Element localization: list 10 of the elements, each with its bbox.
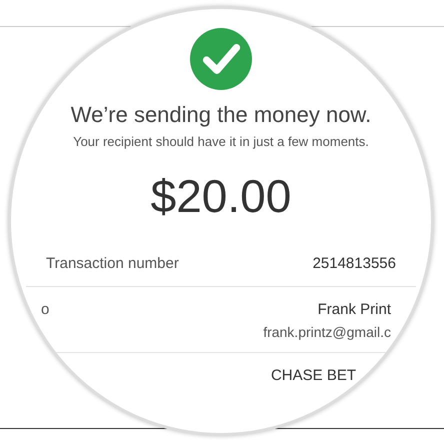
detail-value: Frank Print [318,301,391,318]
confirmation-message: Your recipient should have it in just a few moments. [73,134,369,149]
confirmation-heading: We’re sending the money now. [70,102,372,128]
checkmark-icon [190,28,252,90]
detail-value: 2514813556 [312,255,396,272]
detail-label: Transaction number [46,255,179,272]
amount: $20.00 [150,169,292,223]
detail-label: o [41,301,50,318]
detail-value: frank.printz@gmail.c [263,324,391,340]
detail-value: CHASE BET [270,367,356,384]
